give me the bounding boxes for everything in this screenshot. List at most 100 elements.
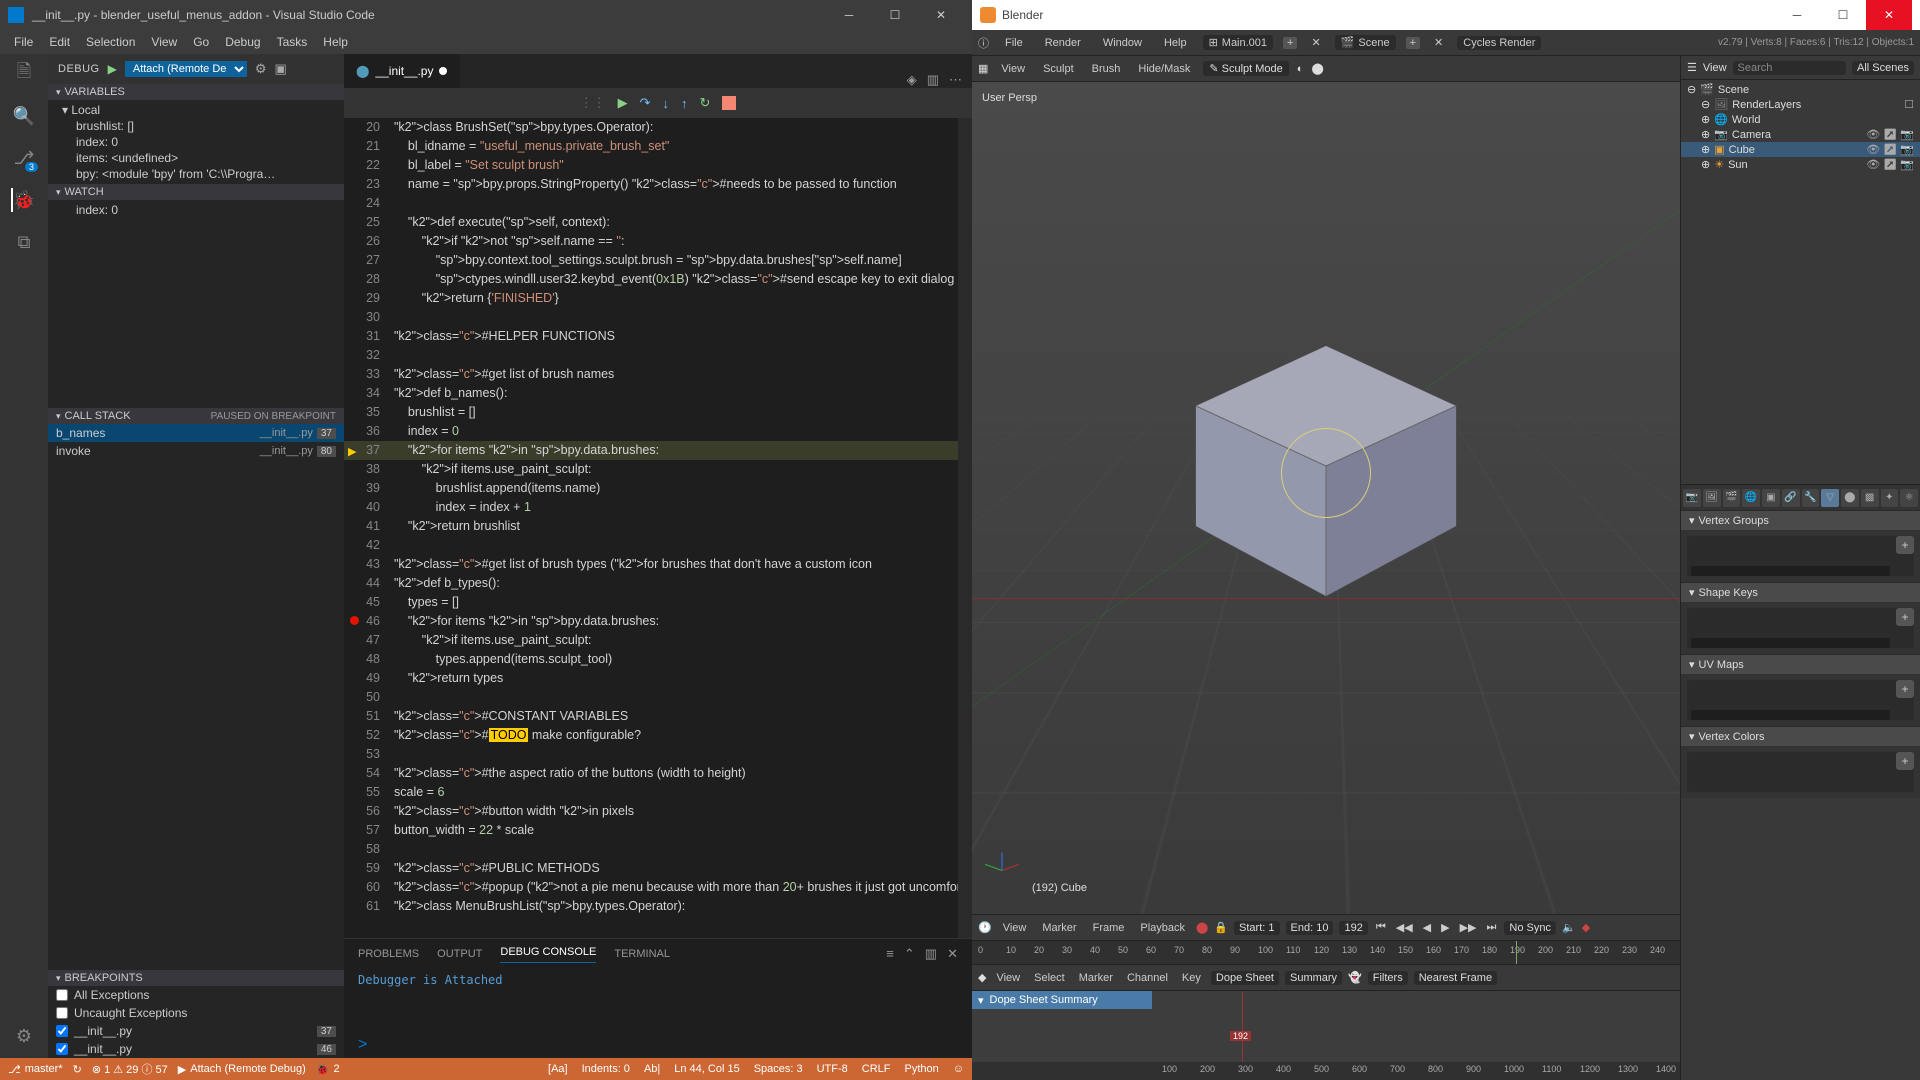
prop-material-tab[interactable]: ⬤ <box>1841 489 1859 507</box>
menu-edit[interactable]: Edit <box>41 33 78 51</box>
bp-all-exceptions[interactable]: All Exceptions <box>48 986 344 1004</box>
play-rev-button[interactable]: ◀ <box>1421 921 1433 934</box>
tl-view[interactable]: View <box>998 920 1032 936</box>
bp-uncaught[interactable]: Uncaught Exceptions <box>48 1004 344 1022</box>
stop-button[interactable] <box>722 96 736 110</box>
var-items[interactable]: items: <undefined> <box>48 150 344 166</box>
dope-mode[interactable]: Dope Sheet <box>1211 971 1279 985</box>
vc-list[interactable] <box>1687 752 1914 792</box>
playhead[interactable] <box>1242 991 1243 1062</box>
status-indent[interactable]: Indents: 0 <box>582 1063 630 1075</box>
menu-view[interactable]: View <box>143 33 185 51</box>
uv-slider[interactable] <box>1691 710 1890 720</box>
breakpoints-header[interactable]: ▾BREAKPOINTS <box>48 970 344 986</box>
status-spaces[interactable]: Spaces: 3 <box>754 1063 803 1075</box>
bp-file-1[interactable]: __init__.py37 <box>48 1022 344 1040</box>
dopesheet-area[interactable]: ▾ Dope Sheet Summary 192 <box>972 990 1680 1062</box>
info-render[interactable]: Render <box>1039 35 1087 51</box>
vg-slider[interactable] <box>1691 566 1890 576</box>
debug-icon[interactable]: 🐞 <box>11 188 35 212</box>
out-renderlayers[interactable]: ⊖🖼RenderLayers☐ <box>1681 97 1920 112</box>
info-icon[interactable]: ⓘ <box>978 35 989 51</box>
timeline-icon[interactable]: 🕐 <box>978 921 992 934</box>
status-branch[interactable]: ⎇ master* <box>8 1063 63 1076</box>
ds-channel[interactable]: Channel <box>1123 970 1172 986</box>
watch-index[interactable]: index: 0 <box>48 202 344 218</box>
minimize-button[interactable]: ─ <box>826 0 872 30</box>
prop-data-tab[interactable]: ▽ <box>1821 489 1839 507</box>
var-index[interactable]: index: 0 <box>48 134 344 150</box>
v3d-view[interactable]: View <box>996 61 1030 77</box>
ghost-icon[interactable]: 👻 <box>1348 971 1362 984</box>
prop-render-tab[interactable]: 📷 <box>1683 489 1701 507</box>
layout-add[interactable]: + <box>1283 37 1297 49</box>
console-icon[interactable]: ▣ <box>275 61 287 77</box>
out-world[interactable]: ⊕🌐World <box>1681 112 1920 127</box>
tl-frame[interactable]: Frame <box>1088 920 1130 936</box>
out-sun[interactable]: ⊕☀Sun👁 ↗ 📷 <box>1681 157 1920 172</box>
status-problems[interactable]: ⊗ 1 ⚠ 29 ⓘ 57 <box>92 1061 168 1077</box>
menu-tasks[interactable]: Tasks <box>269 33 316 51</box>
prop-particle-tab[interactable]: ✦ <box>1881 489 1899 507</box>
out-cube[interactable]: ⊕▣Cube👁 ↗ 📷 <box>1681 142 1920 157</box>
v3d-sculpt[interactable]: Sculpt <box>1038 61 1079 77</box>
panel-split-icon[interactable]: ▥ <box>925 946 937 962</box>
rec-icon[interactable]: ⬤ <box>1196 921 1208 934</box>
close-button[interactable]: ✕ <box>918 0 964 30</box>
tl-marker[interactable]: Marker <box>1037 920 1081 936</box>
panel-close-icon[interactable]: ✕ <box>947 946 958 962</box>
outliner-icon[interactable]: ☰ <box>1687 61 1697 74</box>
status-feedback[interactable]: ☺ <box>953 1063 964 1075</box>
v3d-brush[interactable]: Brush <box>1087 61 1126 77</box>
dope-ruler[interactable]: 1002003004005006007008009001000110012001… <box>972 1062 1680 1080</box>
jump-end-button[interactable]: ⏭ <box>1485 921 1499 934</box>
menu-go[interactable]: Go <box>185 33 217 51</box>
v3d-hidemask[interactable]: Hide/Mask <box>1133 61 1195 77</box>
panel-vertex-groups[interactable]: ▾ Vertex Groups <box>1681 510 1920 530</box>
dope-filters[interactable]: Filters <box>1368 971 1408 985</box>
end-field[interactable]: End: 10 <box>1286 921 1334 935</box>
step-out-button[interactable]: ↑ <box>681 96 688 111</box>
scene-field[interactable]: 🎬 Scene <box>1335 35 1396 50</box>
var-brushlist[interactable]: brushlist: [] <box>48 118 344 134</box>
variables-header[interactable]: ▾VARIABLES <box>48 84 344 100</box>
info-help[interactable]: Help <box>1158 35 1193 51</box>
ds-marker[interactable]: Marker <box>1075 970 1117 986</box>
sk-slider[interactable] <box>1691 638 1890 648</box>
callstack-header[interactable]: ▾CALL STACKPAUSED ON BREAKPOINT <box>48 408 344 424</box>
gear-icon[interactable]: ⚙ <box>255 61 267 77</box>
layout-del[interactable]: ✕ <box>1307 36 1324 49</box>
panel-vertex-colors[interactable]: ▾ Vertex Colors <box>1681 726 1920 746</box>
search-icon[interactable]: 🔍 <box>12 104 36 128</box>
audio-icon[interactable]: 🔈 <box>1562 921 1576 934</box>
debug-console-input[interactable]: > <box>344 1036 972 1058</box>
start-debug-button[interactable]: ▶ <box>108 62 117 76</box>
sk-add-button[interactable]: + <box>1896 608 1914 626</box>
layout-field[interactable]: ⊞ Main.001 <box>1203 35 1273 50</box>
status-sync[interactable]: ↻ <box>73 1063 82 1076</box>
status-encoding[interactable]: UTF-8 <box>817 1063 848 1075</box>
key-dot-icon[interactable]: ◆ <box>1582 921 1590 934</box>
shading-solid-icon[interactable]: ⬤ <box>1311 62 1323 75</box>
panel-shape-keys[interactable]: ▾ Shape Keys <box>1681 582 1920 602</box>
prop-constraint-tab[interactable]: 🔗 <box>1782 489 1800 507</box>
compare-icon[interactable]: ◈ <box>907 72 917 88</box>
ds-select[interactable]: Select <box>1030 970 1069 986</box>
scene-del[interactable]: ✕ <box>1430 36 1447 49</box>
bl-close-button[interactable]: ✕ <box>1866 0 1912 30</box>
prop-layers-tab[interactable]: 🖼 <box>1703 489 1721 507</box>
callstack-frame-1[interactable]: invoke__init__.py80 <box>48 442 344 460</box>
bl-maximize-button[interactable]: ☐ <box>1820 0 1866 30</box>
restart-button[interactable]: ↻ <box>700 95 711 111</box>
lock-icon[interactable]: 🔒 <box>1214 921 1228 934</box>
v3d-editor-icon[interactable]: ▦ <box>978 62 988 75</box>
status-lang[interactable]: Python <box>905 1063 939 1075</box>
tl-playback[interactable]: Playback <box>1135 920 1190 936</box>
panel-terminal[interactable]: TERMINAL <box>614 948 670 960</box>
debug-config-select[interactable]: Attach (Remote De <box>125 61 247 77</box>
status-debug[interactable]: ▶ Attach (Remote Debug) <box>178 1063 306 1076</box>
start-field[interactable]: Start: 1 <box>1234 921 1279 935</box>
current-frame-field[interactable]: 192 <box>1339 921 1367 935</box>
prop-scene-tab[interactable]: 🎬 <box>1723 489 1741 507</box>
dope-snap[interactable]: Nearest Frame <box>1414 971 1497 985</box>
